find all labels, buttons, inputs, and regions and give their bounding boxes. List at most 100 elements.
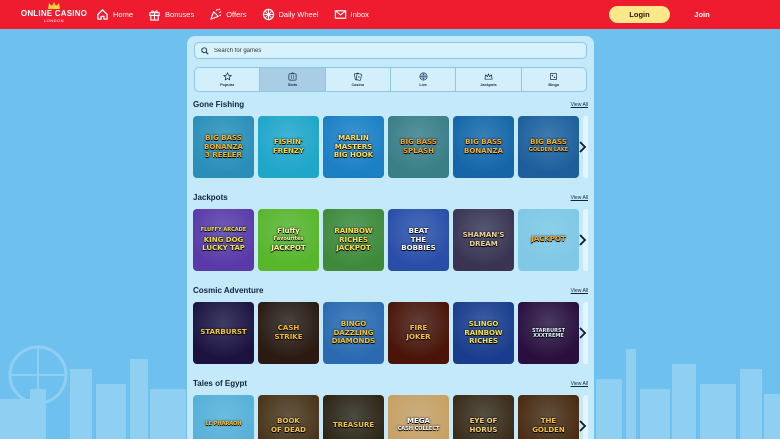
game-tile[interactable]: FLUFFY ARCADE KING DOG LUCKY TAP xyxy=(193,209,254,271)
game-title-text: JACKPOT xyxy=(336,244,371,252)
game-title-text: MASTERS xyxy=(334,142,373,151)
category-tabs: Popular Slots Casino Live Jackpots Bingo xyxy=(194,67,587,92)
game-title-text: GOLDEN xyxy=(532,425,565,434)
tab-live[interactable]: Live xyxy=(391,68,457,91)
tab-bingo-label: Bingo xyxy=(548,83,560,87)
game-title-text: JACKPOT xyxy=(271,244,306,252)
search-bar[interactable] xyxy=(194,42,587,59)
game-title-text: OF DEAD xyxy=(271,425,306,434)
game-tile[interactable]: JACKPOT xyxy=(518,209,579,271)
game-tile[interactable]: BINGO DAZZLING DIAMONDS xyxy=(323,302,384,364)
game-carousel: FLUFFY ARCADE KING DOG LUCKY TAP Fluffy Favo… xyxy=(193,209,588,271)
view-all-link[interactable]: View All xyxy=(571,381,588,387)
section-header: Tales of Egypt View All xyxy=(193,379,588,389)
game-title-text: STARBURST XXXTREME xyxy=(531,328,566,339)
chevron-right-icon xyxy=(578,420,586,432)
game-tile[interactable]: CASH STRIKE xyxy=(258,302,319,364)
tab-popular-label: Popular xyxy=(220,83,235,87)
game-tile[interactable]: MEGA CASH COLLECT xyxy=(388,395,449,439)
game-title-text: CASH xyxy=(277,324,300,332)
nav-daily-wheel[interactable]: Daily Wheel xyxy=(262,8,319,21)
game-tile[interactable]: Fluffy Favourites JACKPOT xyxy=(258,209,319,271)
tab-live-label: Live xyxy=(419,83,427,87)
tab-slots-label: Slots xyxy=(287,83,298,87)
tab-slots[interactable]: Slots xyxy=(260,68,326,91)
chevron-right-icon xyxy=(578,327,586,339)
login-button[interactable]: Login xyxy=(609,6,670,23)
nav-inbox[interactable]: Inbox xyxy=(334,8,369,21)
game-title-text: FLUFFY ARCADE xyxy=(200,227,247,233)
tab-casino[interactable]: Casino xyxy=(326,68,391,91)
nav-offers[interactable]: Offers xyxy=(209,8,247,21)
game-title-text: DAZZLING xyxy=(333,328,374,337)
game-tile[interactable]: LE PHARAOH xyxy=(193,395,254,439)
game-tile[interactable]: THE GOLDEN xyxy=(518,395,579,439)
game-title-text: BIG HOOK xyxy=(333,151,374,159)
view-all-link[interactable]: View All xyxy=(571,102,588,108)
nav-home-label: Home xyxy=(113,10,134,19)
game-title-text: LUCKY TAP xyxy=(202,244,245,252)
nav-daily-wheel-label: Daily Wheel xyxy=(278,10,319,19)
search-input[interactable] xyxy=(214,47,574,54)
game-tile[interactable]: BIG BASS BONANZA xyxy=(453,116,514,178)
game-title-text: SPLASH xyxy=(403,146,434,155)
carousel-next-button[interactable] xyxy=(575,417,589,435)
game-tile[interactable]: SLINGO RAINBOW RICHES xyxy=(453,302,514,364)
game-title-text: MEGA xyxy=(407,417,430,425)
game-tile[interactable]: MARLIN MASTERS BIG HOOK xyxy=(323,116,384,178)
gift-icon xyxy=(149,10,160,21)
search-icon xyxy=(201,46,209,55)
game-tile[interactable]: STARBURST XXXTREME xyxy=(518,302,579,364)
nav-inbox-label: Inbox xyxy=(350,10,369,19)
game-tile[interactable]: FISHIN' FRENZY xyxy=(258,116,319,178)
nav-home[interactable]: Home xyxy=(96,8,133,21)
game-title-text: FISHIN' xyxy=(274,138,303,146)
chevron-right-icon xyxy=(578,141,586,153)
game-title-text: RICHES xyxy=(469,337,498,345)
game-tile[interactable]: BIG BASS SPLASH xyxy=(388,116,449,178)
game-tile[interactable]: SHAMAN'S DREAM xyxy=(453,209,514,271)
site-logo[interactable]: ONLINE CASINO LONDON xyxy=(14,0,94,29)
game-title-text: BIG BASS xyxy=(465,138,502,146)
envelope-icon xyxy=(334,10,346,19)
game-title-text: EYE OF xyxy=(469,417,498,425)
tab-casino-label: Casino xyxy=(351,83,365,87)
nav-bonuses-label: Bonuses xyxy=(165,10,195,19)
game-tile[interactable]: TREASURE xyxy=(323,395,384,439)
nav-bonuses[interactable]: Bonuses xyxy=(148,8,194,21)
game-title-text: TREASURE xyxy=(332,421,375,429)
crown-icon xyxy=(484,73,493,80)
game-tile[interactable]: BIG BASS GOLDEN LAKE xyxy=(518,116,579,178)
game-tile[interactable]: BIG BASS BONANZA 3 REELER xyxy=(193,116,254,178)
game-tile[interactable]: EYE OF HORUS xyxy=(453,395,514,439)
game-title-text: Fluffy xyxy=(277,227,300,235)
section-header: Gone Fishing View All xyxy=(193,100,588,110)
section-header: Cosmic Adventure View All xyxy=(193,286,588,296)
wheel-icon xyxy=(262,8,274,21)
tab-popular[interactable]: Popular xyxy=(195,68,261,91)
bingo-icon xyxy=(550,72,558,81)
game-title-text: KING DOG xyxy=(203,235,244,244)
logo-title: ONLINE CASINO xyxy=(20,9,88,18)
game-title-text: RICHES xyxy=(339,235,368,244)
logo-subtitle: LONDON xyxy=(43,18,65,23)
tab-bingo[interactable]: Bingo xyxy=(522,68,586,91)
top-navigation-bar: ONLINE CASINO LONDON Home Bonuses Offers… xyxy=(0,0,780,29)
join-button[interactable]: Join xyxy=(675,6,729,23)
view-all-link[interactable]: View All xyxy=(571,195,588,201)
carousel-next-button[interactable] xyxy=(575,231,589,249)
game-carousel: LE PHARAOH BOOK OF DEAD TREASURE MEGA CASH CO… xyxy=(193,395,588,439)
game-title-text: BONANZA xyxy=(204,142,243,151)
game-tile[interactable]: BOOK OF DEAD xyxy=(258,395,319,439)
game-tile[interactable]: RAINBOW RICHES JACKPOT xyxy=(323,209,384,271)
game-title-text: STARBURST xyxy=(200,328,247,336)
game-tile[interactable]: FIRE JOKER xyxy=(388,302,449,364)
carousel-next-button[interactable] xyxy=(575,138,589,156)
carousel-next-button[interactable] xyxy=(575,324,589,342)
game-title-text: BINGO xyxy=(340,320,367,328)
tab-jackpots[interactable]: Jackpots xyxy=(456,68,522,91)
game-tile[interactable]: STARBURST xyxy=(193,302,254,364)
game-tile[interactable]: BEAT THE BOBBIES xyxy=(388,209,449,271)
roulette-icon xyxy=(419,72,428,81)
view-all-link[interactable]: View All xyxy=(571,288,588,294)
